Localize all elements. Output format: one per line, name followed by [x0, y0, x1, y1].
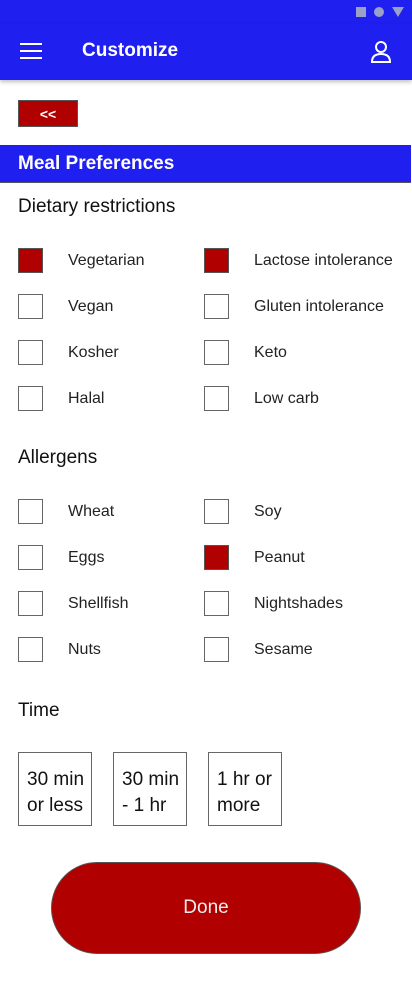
- option-label: Peanut: [254, 548, 305, 566]
- time-option-line: or less: [27, 795, 83, 816]
- option-label: Vegetarian: [68, 251, 145, 269]
- option-shellfish[interactable]: Shellfish: [18, 591, 128, 616]
- option-label: Nuts: [68, 640, 101, 658]
- option-label: Gluten intolerance: [254, 297, 384, 315]
- option-label: Wheat: [68, 502, 115, 520]
- option-label: Shellfish: [68, 594, 129, 612]
- time-option-line: more: [217, 795, 261, 816]
- option-label: Eggs: [68, 548, 105, 566]
- checkbox[interactable]: [18, 591, 43, 616]
- checkbox[interactable]: [204, 340, 229, 365]
- time-option-30-min-or-less[interactable]: 30 min or less: [18, 752, 92, 826]
- option-peanut[interactable]: Peanut: [204, 545, 305, 570]
- time-option-1-hr-or-more[interactable]: 1 hr or more: [208, 752, 282, 826]
- status-bar: [0, 0, 412, 24]
- option-lactose-intolerance[interactable]: Lactose intolerance: [204, 248, 393, 273]
- option-label: Sesame: [254, 640, 313, 658]
- time-option-line: - 1 hr: [122, 795, 167, 816]
- option-label: Halal: [68, 389, 105, 407]
- checkbox[interactable]: [18, 248, 43, 273]
- option-low-carb[interactable]: Low carb: [204, 386, 319, 411]
- option-vegan[interactable]: Vegan: [18, 294, 113, 319]
- option-label: Vegan: [68, 297, 114, 315]
- checkbox[interactable]: [18, 499, 43, 524]
- checkbox[interactable]: [204, 294, 229, 319]
- status-triangle-icon: [392, 7, 404, 17]
- status-icons: [356, 7, 404, 17]
- option-label: Kosher: [68, 343, 119, 361]
- checkbox[interactable]: [18, 386, 43, 411]
- checkbox[interactable]: [204, 386, 229, 411]
- status-circle-icon: [374, 7, 384, 17]
- option-nuts[interactable]: Nuts: [18, 637, 101, 662]
- checkbox[interactable]: [204, 637, 229, 662]
- time-option-line: 1 hr or: [217, 769, 272, 790]
- time-title: Time: [18, 700, 60, 721]
- done-button[interactable]: Done: [51, 862, 361, 954]
- option-kosher[interactable]: Kosher: [18, 340, 119, 365]
- option-wheat[interactable]: Wheat: [18, 499, 114, 524]
- dietary-title: Dietary restrictions: [18, 196, 176, 217]
- option-eggs[interactable]: Eggs: [18, 545, 104, 570]
- option-label: Keto: [254, 343, 287, 361]
- option-keto[interactable]: Keto: [204, 340, 287, 365]
- allergens-title: Allergens: [18, 447, 98, 468]
- checkbox[interactable]: [18, 340, 43, 365]
- time-option-line: 30 min: [122, 769, 180, 790]
- app-bar: Customize: [0, 24, 412, 80]
- checkbox[interactable]: [204, 591, 229, 616]
- option-label: Low carb: [254, 389, 319, 407]
- back-button[interactable]: <<: [18, 100, 78, 127]
- option-soy[interactable]: Soy: [204, 499, 282, 524]
- checkbox[interactable]: [18, 545, 43, 570]
- option-sesame[interactable]: Sesame: [204, 637, 313, 662]
- checkbox[interactable]: [204, 499, 229, 524]
- option-halal[interactable]: Halal: [18, 386, 104, 411]
- option-vegetarian[interactable]: Vegetarian: [18, 248, 145, 273]
- option-label: Soy: [254, 502, 282, 520]
- time-option-line: 30 min: [27, 769, 85, 790]
- option-label: Nightshades: [254, 594, 343, 612]
- checkbox[interactable]: [204, 545, 229, 570]
- checkbox[interactable]: [204, 248, 229, 273]
- option-label: Lactose intolerance: [254, 251, 393, 269]
- account-icon[interactable]: [370, 40, 392, 64]
- checkbox[interactable]: [18, 294, 43, 319]
- app-title: Customize: [82, 40, 179, 61]
- option-gluten-intolerance[interactable]: Gluten intolerance: [204, 294, 384, 319]
- status-square-icon: [356, 7, 366, 17]
- time-option-30-min-1-hr[interactable]: 30 min - 1 hr: [113, 752, 187, 826]
- section-header: Meal Preferences: [0, 145, 411, 183]
- option-nightshades[interactable]: Nightshades: [204, 591, 343, 616]
- checkbox[interactable]: [18, 637, 43, 662]
- menu-icon[interactable]: [20, 43, 42, 59]
